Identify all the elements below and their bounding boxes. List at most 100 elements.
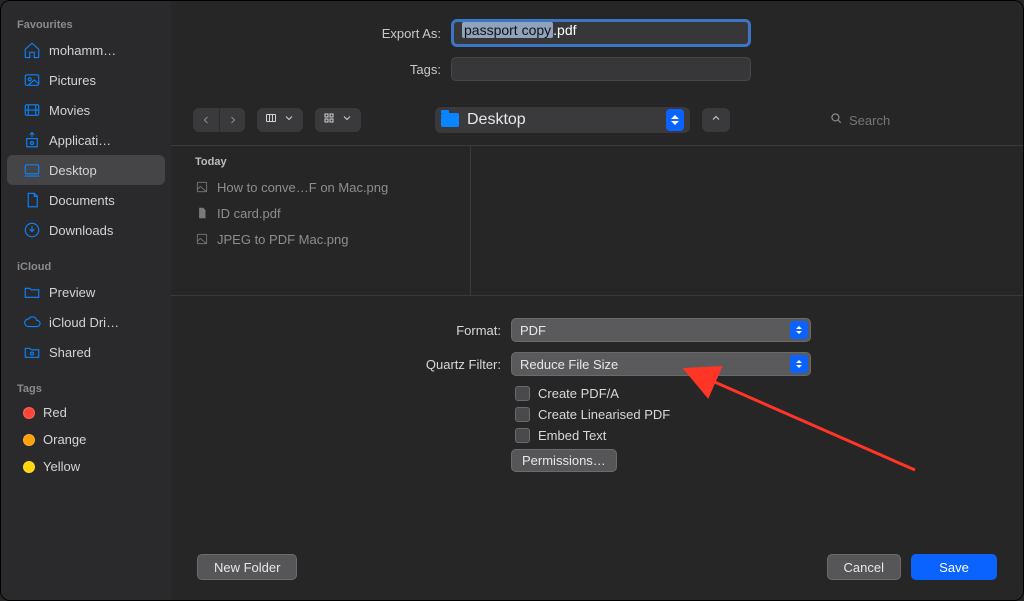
cancel-button[interactable]: Cancel (827, 554, 901, 580)
grid-icon (323, 111, 335, 129)
sidebar-item-label: Preview (49, 285, 95, 300)
image-file-icon (195, 231, 209, 247)
export-as-label: Export As: (211, 26, 441, 41)
sidebar-item-label: Documents (49, 193, 115, 208)
group-by-button[interactable] (315, 108, 361, 132)
tags-input[interactable] (451, 57, 751, 81)
sidebar-item-pictures[interactable]: Pictures (7, 65, 165, 95)
sidebar-item-preview[interactable]: Preview (7, 277, 165, 307)
collapse-button[interactable] (702, 108, 730, 132)
search-input[interactable] (849, 113, 989, 128)
image-file-icon (195, 179, 209, 195)
file-row[interactable]: How to conve…F on Mac.png (171, 174, 470, 200)
sidebar-item-desktop[interactable]: Desktop (7, 155, 165, 185)
sidebar-item-downloads[interactable]: Downloads (7, 215, 165, 245)
quartz-filter-label: Quartz Filter: (211, 357, 501, 372)
tags-label: Tags: (211, 62, 441, 77)
browser-column: Today How to conve…F on Mac.png ID card.… (171, 146, 471, 295)
embed-text-checkbox[interactable]: Embed Text (211, 428, 983, 443)
create-pdfa-checkbox[interactable]: Create PDF/A (211, 386, 983, 401)
filename-selected-text: passport copy (462, 22, 553, 38)
file-browser: Today How to conve…F on Mac.png ID card.… (171, 146, 1023, 296)
save-button[interactable]: Save (911, 554, 997, 580)
sidebar-item-label: Orange (43, 432, 86, 447)
forward-button[interactable] (219, 108, 245, 132)
sidebar-item-label: Yellow (43, 459, 80, 474)
file-name: ID card.pdf (217, 206, 281, 221)
sidebar-section-favourites: Favourites (1, 13, 171, 35)
search-icon (829, 111, 843, 130)
location-label: Desktop (467, 111, 526, 129)
checkbox-icon (515, 407, 530, 422)
tag-dot-icon (23, 461, 35, 473)
browser-column-empty (471, 146, 1023, 295)
sidebar-tag-red[interactable]: Red (7, 399, 165, 426)
desktop-icon (23, 161, 41, 179)
chevron-up-icon (710, 111, 722, 129)
sidebar-item-label: Downloads (49, 223, 113, 238)
popup-arrows-icon (790, 355, 808, 373)
group-header: Today (171, 146, 470, 174)
sidebar-section-tags: Tags (1, 377, 171, 399)
export-fields: Export As: passport copy.pdf Tags: (171, 1, 1023, 101)
cloud-icon (23, 313, 41, 331)
home-icon (23, 41, 41, 59)
back-button[interactable] (193, 108, 219, 132)
sidebar-tag-orange[interactable]: Orange (7, 426, 165, 453)
sidebar-item-home[interactable]: mohamm… (7, 35, 165, 65)
documents-icon (23, 191, 41, 209)
dialog-footer: New Folder Cancel Save (171, 540, 1023, 600)
movies-icon (23, 101, 41, 119)
sidebar-item-label: Red (43, 405, 67, 420)
sidebar: Favourites mohamm… Pictures Movies Appli… (1, 1, 171, 600)
sidebar-tag-yellow[interactable]: Yellow (7, 453, 165, 480)
sidebar-item-icloud-drive[interactable]: iCloud Dri… (7, 307, 165, 337)
format-popup[interactable]: PDF (511, 318, 811, 342)
file-row[interactable]: ID card.pdf (171, 200, 470, 226)
sidebar-item-movies[interactable]: Movies (7, 95, 165, 125)
sidebar-item-shared[interactable]: Shared (7, 337, 165, 367)
sidebar-item-applications[interactable]: Applicati… (7, 125, 165, 155)
downloads-icon (23, 221, 41, 239)
chevron-down-icon (283, 111, 295, 129)
search-field[interactable] (821, 108, 1001, 132)
button-label: Save (939, 560, 969, 575)
shared-icon (23, 343, 41, 361)
sidebar-section-icloud: iCloud (1, 255, 171, 277)
sidebar-item-label: mohamm… (49, 43, 116, 58)
permissions-button[interactable]: Permissions… (511, 449, 617, 472)
sidebar-item-label: Shared (49, 345, 91, 360)
folder-icon (23, 283, 41, 301)
file-row[interactable]: JPEG to PDF Mac.png (171, 226, 470, 252)
tag-dot-icon (23, 434, 35, 446)
checkbox-label: Create PDF/A (538, 386, 619, 401)
create-linearised-checkbox[interactable]: Create Linearised PDF (211, 407, 983, 422)
nav-back-forward (193, 108, 245, 132)
document-file-icon (195, 205, 209, 221)
export-filename-input[interactable]: passport copy.pdf (451, 19, 751, 47)
tag-dot-icon (23, 407, 35, 419)
button-label: New Folder (214, 560, 280, 575)
sidebar-item-label: iCloud Dri… (49, 315, 119, 330)
toolbar: Desktop (171, 101, 1023, 146)
view-mode-button[interactable] (257, 108, 303, 132)
export-options: Format: PDF Quartz Filter: Reduce File S… (171, 296, 1023, 482)
sidebar-item-label: Applicati… (49, 133, 111, 148)
sidebar-item-documents[interactable]: Documents (7, 185, 165, 215)
button-label: Cancel (844, 560, 884, 575)
folder-icon (441, 113, 459, 127)
quartz-filter-value: Reduce File Size (520, 357, 618, 372)
columns-icon (265, 111, 277, 129)
new-folder-button[interactable]: New Folder (197, 554, 297, 580)
sidebar-item-label: Pictures (49, 73, 96, 88)
checkbox-label: Embed Text (538, 428, 606, 443)
format-label: Format: (211, 323, 501, 338)
file-name: How to conve…F on Mac.png (217, 180, 388, 195)
file-name: JPEG to PDF Mac.png (217, 232, 349, 247)
pictures-icon (23, 71, 41, 89)
checkbox-icon (515, 386, 530, 401)
permissions-label: Permissions… (522, 453, 606, 468)
location-popup[interactable]: Desktop (435, 107, 690, 133)
checkbox-label: Create Linearised PDF (538, 407, 670, 422)
quartz-filter-popup[interactable]: Reduce File Size (511, 352, 811, 376)
